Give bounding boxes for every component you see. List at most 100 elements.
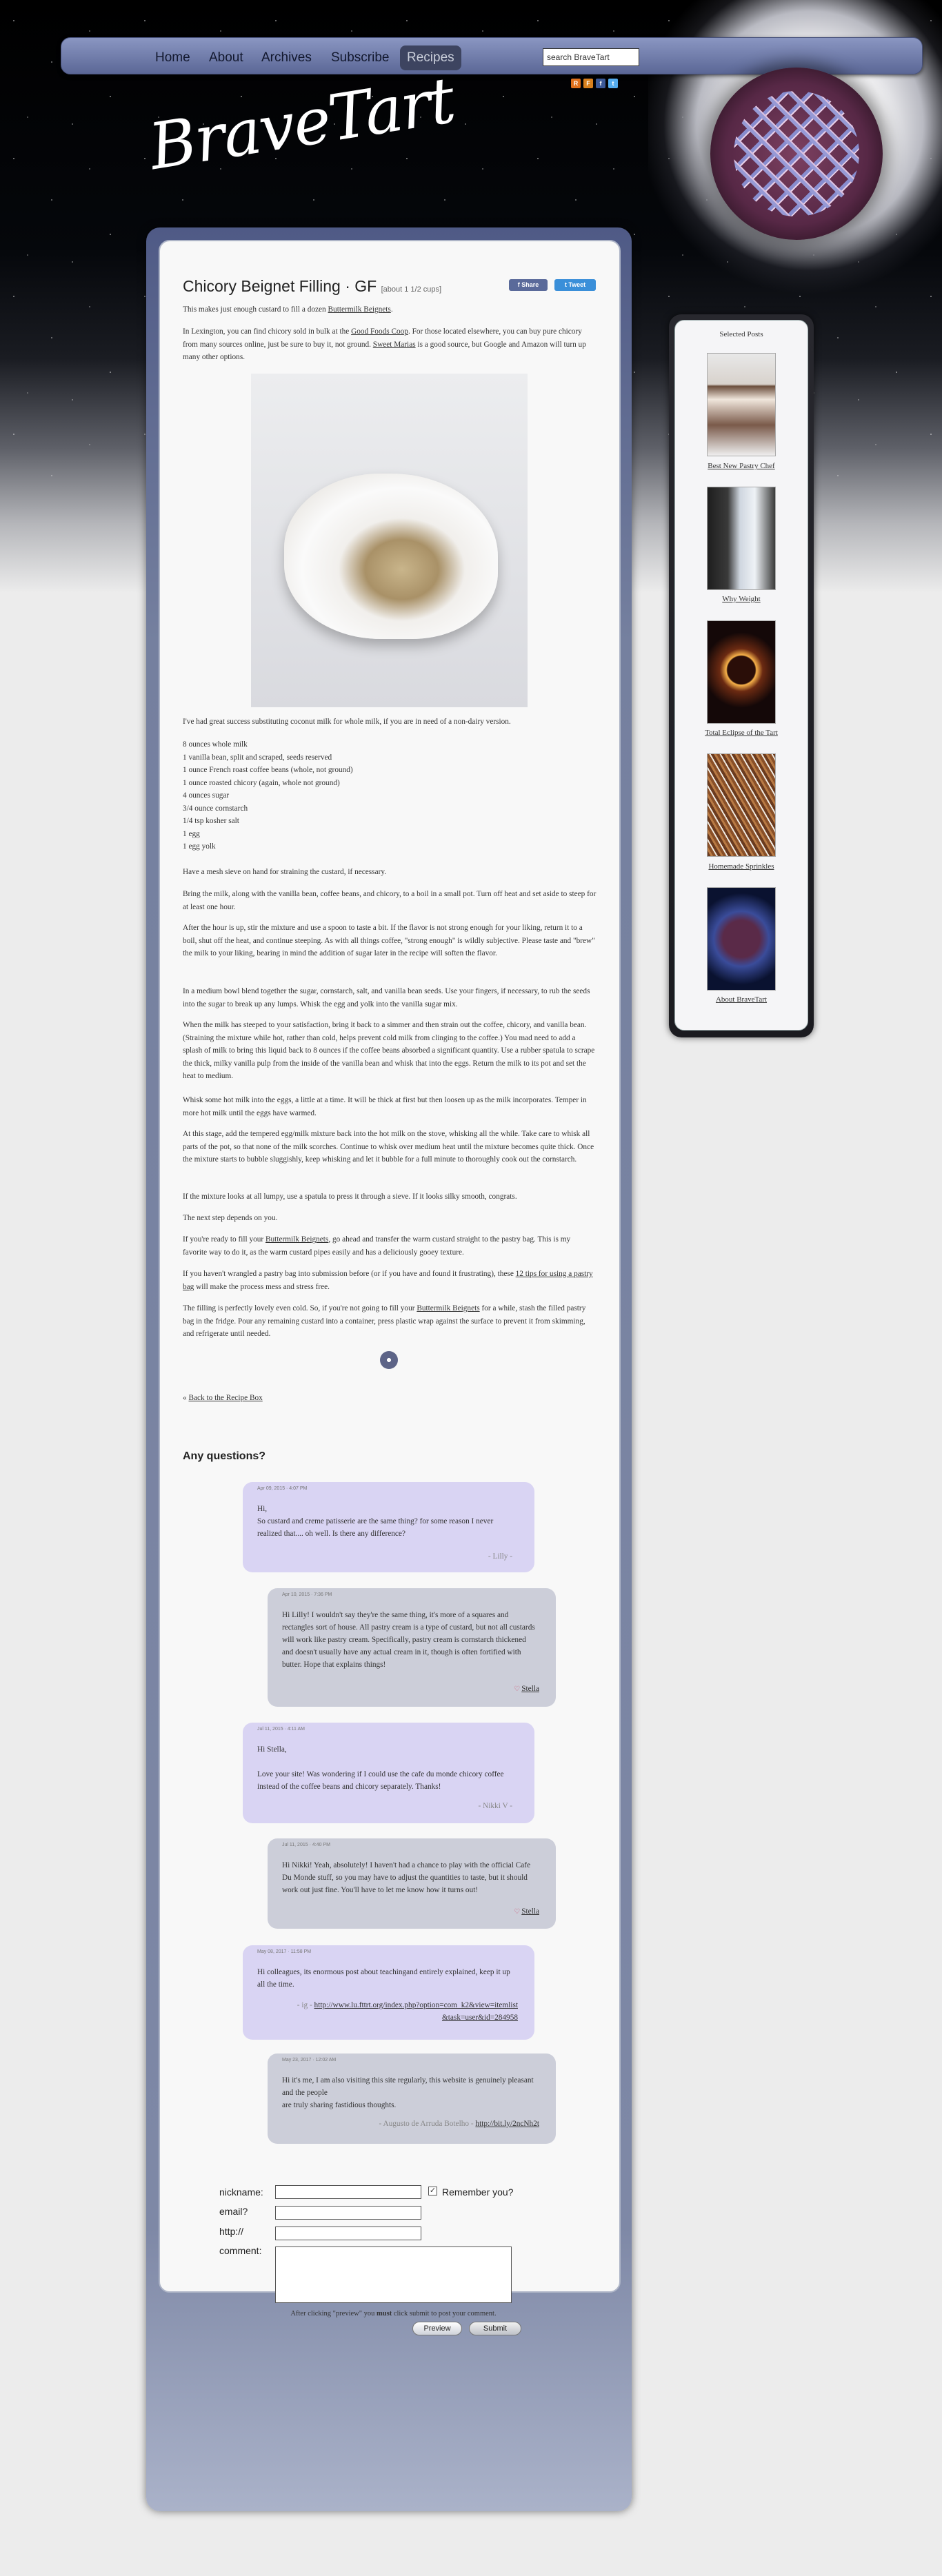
- commenter-link[interactable]: http://www.lu.fttrt.org/index.php?option…: [314, 2001, 518, 2022]
- rss-icon[interactable]: R: [571, 79, 581, 88]
- beignet-photo: [251, 374, 528, 707]
- buttermilk-beignets-link[interactable]: Buttermilk Beignets: [265, 1235, 328, 1244]
- reply-bubble: May 23, 2017 · 12:02 AM Hi it's me, I am…: [268, 2053, 556, 2144]
- url-input[interactable]: [275, 2227, 421, 2240]
- ingredient: 8 ounces whole milk: [183, 740, 248, 749]
- nickname-label: nickname:: [219, 2187, 263, 2198]
- comment-textarea[interactable]: [275, 2247, 512, 2303]
- comment-text: Hi colleagues, its enormous post about t…: [257, 1968, 510, 1989]
- reply-author: ♡ Stella: [514, 1685, 539, 1693]
- reply-bubble: Jul 11, 2015 · 4:40 PM Hi Nikki! Yeah, a…: [268, 1838, 556, 1929]
- comment-text: Hi Nikki! Yeah, absolutely! I haven't ha…: [282, 1861, 531, 1894]
- sidebar-title: Selected Posts: [719, 330, 763, 338]
- nickname-input[interactable]: [275, 2185, 421, 2199]
- pastry-chef-portrait[interactable]: [707, 353, 776, 456]
- preview-note: After clicking "preview" you must click …: [290, 2310, 497, 2318]
- comments-heading: Any questions?: [183, 1450, 266, 1462]
- sprinkles-photo[interactable]: [707, 753, 776, 857]
- remember-checkbox[interactable]: ✓: [428, 2187, 437, 2195]
- step: In a medium bowl blend together the suga…: [183, 987, 590, 1008]
- comment-timestamp: May 08, 2017 · 11:58 PM: [257, 1949, 312, 1954]
- ingredient: 1 egg: [183, 829, 200, 838]
- pastry-bag-paragraph: If you haven't wrangled a pastry bag int…: [183, 1270, 593, 1291]
- back-link-row: « Back to the Recipe Box: [183, 1394, 263, 1402]
- preview-button[interactable]: Preview: [412, 2322, 462, 2335]
- sidebar-link-total-eclipse-of-the-tart[interactable]: Total Eclipse of the Tart: [674, 729, 808, 737]
- search-input[interactable]: [543, 48, 639, 66]
- step: After the hour is up, stir the mixture a…: [183, 924, 595, 957]
- sidebar-link-best-new-pastry-chef[interactable]: Best New Pastry Chef: [674, 462, 808, 470]
- recipe-yield: [about 1 1/2 cups]: [381, 285, 442, 294]
- pie-ornament-icon: [380, 1351, 398, 1369]
- comment-timestamp: Jul 11, 2015 · 4:11 AM: [257, 1727, 305, 1732]
- step: Bring the milk, along with the vanilla b…: [183, 890, 597, 911]
- step: The next step depends on you.: [183, 1214, 278, 1222]
- ingredient: 4 ounces sugar: [183, 791, 230, 800]
- ingredient: 1/4 tsp kosher salt: [183, 817, 239, 825]
- ingredient: 1 ounce roasted chicory (again, whole no…: [183, 778, 340, 787]
- post-title: Chicory Beignet Filling · GF [about 1 1/…: [183, 277, 442, 295]
- eclipse-tart-photo[interactable]: [707, 620, 776, 724]
- buttermilk-beignets-link[interactable]: Buttermilk Beignets: [417, 1304, 479, 1312]
- comment-signature: - Augusto de Arruda Botelho - http://bit…: [379, 2120, 539, 2128]
- comment-bubble: Jul 11, 2015 · 4:11 AM Hi Stella, Love y…: [243, 1723, 534, 1823]
- ingredient: 3/4 ounce cornstarch: [183, 804, 248, 813]
- back-to-recipe-box-link[interactable]: Back to the Recipe Box: [188, 1394, 262, 1402]
- step: At this stage, add the tempered egg/milk…: [183, 1130, 594, 1164]
- cookies-milk-photo[interactable]: [707, 487, 776, 590]
- email-label: email?: [219, 2206, 248, 2217]
- heart-icon: ♡: [514, 1685, 521, 1693]
- comment-bubble: May 08, 2017 · 11:58 PM Hi colleagues, i…: [243, 1945, 534, 2040]
- comment-timestamp: Apr 10, 2015 · 7:36 PM: [282, 1592, 332, 1597]
- submit-button[interactable]: Submit: [469, 2322, 521, 2335]
- email-input[interactable]: [275, 2206, 421, 2220]
- coconut-note: I've had great success substituting coco…: [183, 718, 511, 726]
- comment-text: Hi it's me, I am also visiting this site…: [282, 2076, 534, 2109]
- beignet-shape: [284, 474, 498, 639]
- sidebar-link-homemade-sprinkles[interactable]: Homemade Sprinkles: [674, 862, 808, 871]
- reply-bubble: Apr 10, 2015 · 7:36 PM Hi Lilly! I would…: [268, 1588, 556, 1707]
- twitter-icon[interactable]: t: [608, 79, 618, 88]
- step: Have a mesh sieve on hand for straining …: [183, 868, 387, 876]
- filling-paragraph: If you're ready to fill your Buttermilk …: [183, 1235, 571, 1257]
- storage-paragraph: The filling is perfectly lovely even col…: [183, 1304, 586, 1338]
- buttermilk-beignets-link[interactable]: Buttermilk Beignets: [328, 305, 391, 314]
- comment-text: Hi Stella, Love your site! Was wondering…: [257, 1745, 504, 1791]
- reply-author: ♡ Stella: [514, 1907, 539, 1916]
- ingredient: 1 ounce French roast coffee beans (whole…: [183, 766, 353, 774]
- comment-timestamp: Jul 11, 2015 · 4:40 PM: [282, 1843, 330, 1847]
- ingredient: 1 vanilla bean, split and scraped, seeds…: [183, 753, 332, 762]
- ingredient: 1 egg yolk: [183, 842, 216, 851]
- sidebar-link-why-weight[interactable]: Why Weight: [674, 595, 808, 603]
- ingredient-list: 8 ounces whole milk 1 vanilla bean, spli…: [183, 738, 597, 853]
- comment-timestamp: Apr 09, 2015 · 4:07 PM: [257, 1486, 308, 1491]
- comment-text: Hi Lilly! I wouldn't say they're the sam…: [282, 1611, 535, 1669]
- tweet-button[interactable]: t Tweet: [554, 279, 596, 291]
- nav-home[interactable]: Home: [155, 47, 190, 69]
- comment-signature: - Nikki V -: [478, 1802, 512, 1810]
- facebook-icon[interactable]: f: [596, 79, 605, 88]
- comment-label: comment:: [219, 2245, 262, 2256]
- comment-signature: - Lilly -: [488, 1552, 512, 1561]
- sweet-marias-link[interactable]: Sweet Marias: [373, 341, 416, 349]
- step: When the milk has steeped to your satisf…: [183, 1021, 595, 1080]
- good-foods-coop-link[interactable]: Good Foods Coop: [351, 327, 408, 336]
- about-pie-photo[interactable]: [707, 887, 776, 991]
- nav-subscribe[interactable]: Subscribe: [331, 47, 390, 69]
- intro-paragraph: This makes just enough custard to fill a…: [183, 305, 393, 314]
- remember-label: Remember you?: [442, 2187, 514, 2198]
- comment-text: Hi, So custard and creme patisserie are …: [257, 1505, 494, 1538]
- step: Whisk some hot milk into the eggs, a lit…: [183, 1096, 587, 1117]
- lattice-pie-image: [708, 65, 885, 243]
- comment-signature: - ig - http://www.lu.fttrt.org/index.php…: [297, 2001, 518, 2022]
- comment-bubble: Apr 09, 2015 · 4:07 PM Hi, So custard an…: [243, 1482, 534, 1572]
- sidebar-link-about-bravetart[interactable]: About BraveTart: [674, 995, 808, 1004]
- commenter-link[interactable]: http://bit.ly/2ncNh2t: [475, 2120, 539, 2128]
- url-label: http://: [219, 2226, 244, 2237]
- comment-timestamp: May 23, 2017 · 12:02 AM: [282, 2058, 337, 2062]
- nav-archives[interactable]: Archives: [261, 47, 312, 69]
- feed-icon[interactable]: F: [583, 79, 593, 88]
- heart-icon: ♡: [514, 1908, 521, 1916]
- share-button[interactable]: f Share: [509, 279, 548, 291]
- nav-about[interactable]: About: [209, 47, 243, 69]
